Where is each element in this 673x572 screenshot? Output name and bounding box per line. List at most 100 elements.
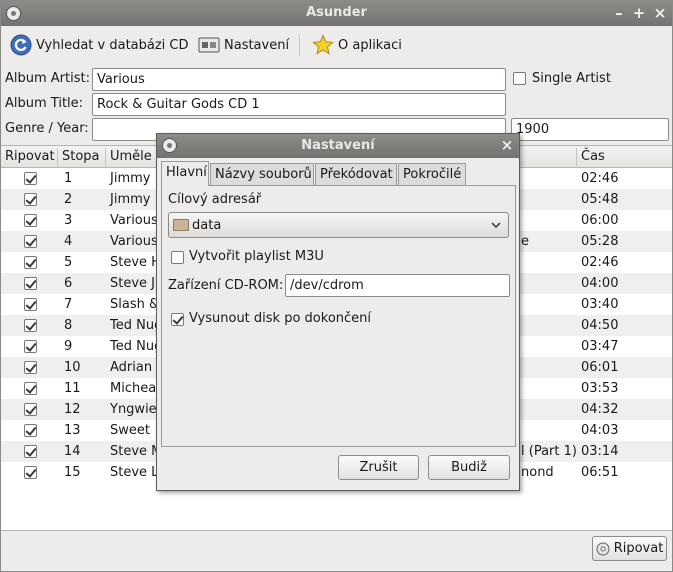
tab-advanced[interactable]: Pokročilé <box>398 163 466 185</box>
destination-label: Cílový adresář <box>168 192 262 207</box>
rip-checkbox[interactable] <box>24 298 37 311</box>
rip-checkbox[interactable] <box>24 340 37 353</box>
rip-checkbox[interactable] <box>24 445 37 458</box>
track-time: 06:51 <box>581 465 619 480</box>
track-number: 7 <box>64 297 73 312</box>
refresh-icon <box>10 34 32 56</box>
cdrom-label: Zařízení CD-ROM: <box>168 278 284 293</box>
playlist-checkbox[interactable] <box>171 251 184 264</box>
track-artist[interactable]: Ted Nug <box>110 318 162 333</box>
dialog-title-bar[interactable]: Nastavení × <box>157 134 519 158</box>
column-time[interactable]: Čas <box>581 149 605 164</box>
column-artist[interactable]: Uměle <box>110 149 152 164</box>
track-number: 1 <box>64 171 73 186</box>
track-number: 6 <box>64 276 73 291</box>
track-artist[interactable]: Michea <box>110 381 156 396</box>
track-time: 03:40 <box>581 297 619 312</box>
cancel-button[interactable]: Zrušit <box>338 455 419 480</box>
album-artist-label: Album Artist: <box>5 71 90 86</box>
rip-checkbox[interactable] <box>24 193 37 206</box>
about-button[interactable]: O aplikaci <box>312 33 402 57</box>
rip-checkbox[interactable] <box>24 466 37 479</box>
track-title[interactable]: l (Part 1) <box>521 444 577 459</box>
tab-main[interactable]: Hlavní <box>161 161 209 186</box>
column-rip[interactable]: Ripovat <box>5 149 55 164</box>
column-track[interactable]: Stopa <box>62 149 100 164</box>
track-artist[interactable]: Steve H <box>110 255 161 270</box>
toolbar-separator <box>299 34 300 56</box>
rip-checkbox[interactable] <box>24 382 37 395</box>
track-artist[interactable]: Ted Nug <box>110 339 162 354</box>
preferences-label: Nastavení <box>224 37 290 53</box>
lookup-label: Vyhledat v databázi CD <box>36 37 189 53</box>
track-number: 3 <box>64 213 73 228</box>
track-time: 06:00 <box>581 213 619 228</box>
track-title[interactable]: nond <box>521 465 554 480</box>
track-number: 2 <box>64 192 73 207</box>
dialog-close-icon[interactable]: × <box>498 136 516 154</box>
track-title[interactable]: e <box>521 234 529 249</box>
track-artist[interactable]: Sweet <box>110 423 150 438</box>
lookup-button[interactable]: Vyhledat v databázi CD <box>10 33 189 57</box>
eject-label: Vysunout disk po dokončení <box>189 311 372 326</box>
rip-checkbox[interactable] <box>24 361 37 374</box>
track-time: 05:48 <box>581 192 619 207</box>
tab-encode[interactable]: Překódovat <box>315 163 397 185</box>
rip-checkbox[interactable] <box>24 172 37 185</box>
preferences-button[interactable]: Nastavení <box>198 33 289 57</box>
album-artist-field[interactable]: Various <box>92 68 506 91</box>
cdrom-field[interactable]: /dev/cdrom <box>285 274 510 297</box>
bottom-bar: Ripovat <box>1 531 672 571</box>
year-field[interactable]: 1900 <box>511 118 669 141</box>
track-artist[interactable]: Jimmy <box>110 192 150 207</box>
track-artist[interactable]: Steve M <box>110 444 162 459</box>
track-artist[interactable]: Yngwie <box>110 402 157 417</box>
minimize-icon[interactable]: – <box>610 4 628 22</box>
track-artist[interactable]: Various <box>110 234 158 249</box>
track-artist[interactable]: Various <box>110 213 158 228</box>
eject-checkbox[interactable] <box>171 313 184 326</box>
track-number: 9 <box>64 339 73 354</box>
column-separator <box>105 148 106 166</box>
single-artist-label: Single Artist <box>532 71 611 86</box>
column-separator <box>576 148 577 166</box>
track-number: 14 <box>64 444 81 459</box>
track-artist[interactable]: Adrian <box>110 360 152 375</box>
track-time: 04:32 <box>581 402 619 417</box>
genre-year-label: Genre / Year: <box>5 121 89 136</box>
about-label: O aplikaci <box>338 37 402 53</box>
track-number: 11 <box>64 381 81 396</box>
column-separator <box>57 148 58 166</box>
title-bar[interactable]: Asunder – + × <box>1 1 672 26</box>
rip-checkbox[interactable] <box>24 319 37 332</box>
track-artist[interactable]: Jimmy <box>110 171 150 186</box>
rip-checkbox[interactable] <box>24 235 37 248</box>
rip-checkbox[interactable] <box>24 256 37 269</box>
album-title-field[interactable]: Rock & Guitar Gods CD 1 <box>92 93 506 116</box>
rip-button[interactable]: Ripovat <box>592 536 667 561</box>
track-artist[interactable]: Steve L <box>110 465 158 480</box>
destination-combo[interactable]: data <box>168 212 509 238</box>
main-window: Asunder – + × Vyhledat v databázi CD Nas… <box>0 0 673 572</box>
ok-button[interactable]: Budiž <box>428 455 510 480</box>
tab-main-panel: Cílový adresář data Vytvořit playlist M3… <box>161 185 516 447</box>
maximize-icon[interactable]: + <box>630 4 648 22</box>
toolbar: Vyhledat v databázi CD Nastavení O aplik… <box>1 26 672 64</box>
track-time: 03:47 <box>581 339 619 354</box>
track-number: 5 <box>64 255 73 270</box>
track-time: 04:03 <box>581 423 619 438</box>
rip-checkbox[interactable] <box>24 214 37 227</box>
track-number: 10 <box>64 360 81 375</box>
track-artist[interactable]: Steve J <box>110 276 155 291</box>
track-artist[interactable]: Slash & <box>110 297 159 312</box>
rip-checkbox[interactable] <box>24 403 37 416</box>
track-time: 02:46 <box>581 171 619 186</box>
destination-value: data <box>192 217 222 233</box>
rip-checkbox[interactable] <box>24 424 37 437</box>
single-artist-checkbox[interactable] <box>513 72 526 85</box>
track-time: 02:46 <box>581 255 619 270</box>
track-time: 06:01 <box>581 360 619 375</box>
tab-filenames[interactable]: Názvy souborů <box>210 163 314 185</box>
rip-checkbox[interactable] <box>24 277 37 290</box>
close-icon[interactable]: × <box>651 4 669 22</box>
